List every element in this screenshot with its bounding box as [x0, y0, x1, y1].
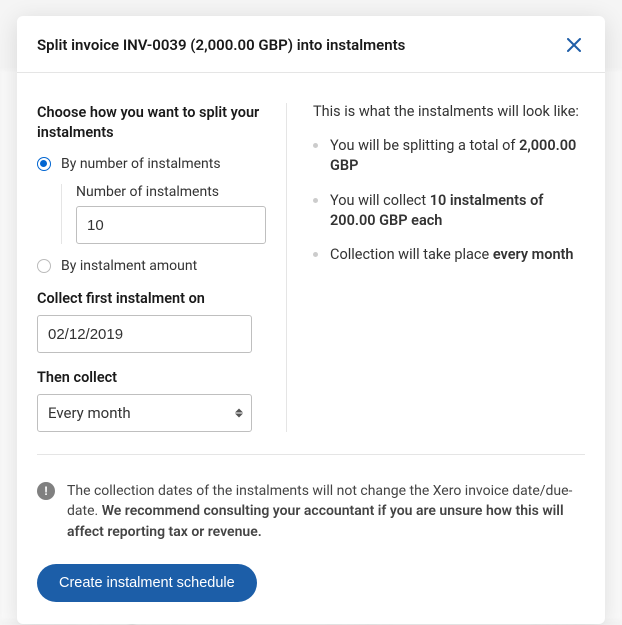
- warning-icon: !: [37, 482, 55, 500]
- radio-label: By instalment amount: [61, 258, 197, 274]
- modal-title: Split invoice INV-0039 (2,000.00 GBP) in…: [37, 36, 405, 54]
- modal-header: Split invoice INV-0039 (2,000.00 GBP) in…: [17, 16, 605, 73]
- radio-icon: [37, 157, 51, 171]
- warning-text: The collection dates of the instalments …: [67, 481, 585, 542]
- radio-label: By number of instalments: [61, 156, 221, 172]
- frequency-label: Then collect: [37, 369, 266, 386]
- bullet-icon: [313, 198, 318, 203]
- modal-body: Choose how you want to split your instal…: [17, 73, 605, 454]
- radio-by-number[interactable]: By number of instalments: [37, 156, 266, 172]
- form-column: Choose how you want to split your instal…: [37, 103, 287, 432]
- num-instalments-input[interactable]: [76, 206, 266, 244]
- select-arrows-icon: [235, 409, 243, 418]
- frequency-block: Then collect Every month: [37, 369, 266, 432]
- radio-icon: [37, 259, 51, 273]
- close-icon: [567, 38, 581, 52]
- bullet-icon: [313, 143, 318, 148]
- preview-frequency: Collection will take place every month: [313, 245, 585, 265]
- first-instalment-date-block: Collect first instalment on: [37, 290, 266, 353]
- create-schedule-button[interactable]: Create instalment schedule: [37, 564, 257, 602]
- bullet-icon: [313, 252, 318, 257]
- frequency-selected-value: Every month: [48, 404, 131, 422]
- preview-list: You will be splitting a total of 2,000.0…: [313, 136, 585, 265]
- split-method-heading: Choose how you want to split your instal…: [37, 103, 266, 142]
- warning-banner: ! The collection dates of the instalment…: [37, 454, 585, 542]
- modal-footer: Create instalment schedule: [17, 542, 605, 624]
- split-invoice-modal: Split invoice INV-0039 (2,000.00 GBP) in…: [17, 16, 605, 624]
- close-button[interactable]: [563, 34, 585, 56]
- first-instalment-date-input[interactable]: [37, 315, 252, 353]
- frequency-select[interactable]: Every month: [37, 394, 252, 432]
- date-label: Collect first instalment on: [37, 290, 266, 307]
- radio-by-amount[interactable]: By instalment amount: [37, 258, 266, 274]
- preview-column: This is what the instalments will look l…: [287, 103, 585, 432]
- preview-total: You will be splitting a total of 2,000.0…: [313, 136, 585, 177]
- preview-heading: This is what the instalments will look l…: [313, 103, 585, 120]
- num-instalments-label: Number of instalments: [76, 184, 266, 200]
- preview-instalments: You will collect 10 instalments of 200.0…: [313, 191, 585, 232]
- number-of-instalments-block: Number of instalments: [61, 184, 266, 244]
